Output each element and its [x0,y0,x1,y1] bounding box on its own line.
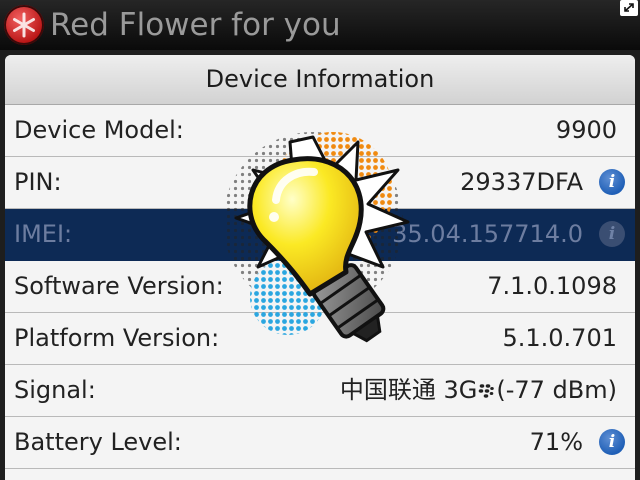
lightbulb-icon [223,132,410,343]
row-label: Software Version: [14,272,224,300]
row-value: 7.1.0.1098 [487,272,617,300]
panel-header: Device Information [5,55,635,105]
row-label: Platform Version: [14,324,220,352]
row-value: 5.1.0.701 [502,324,617,352]
row-label: Battery Level: [14,428,182,456]
info-icon[interactable]: i [599,221,625,247]
blackberry-logo-icon [479,384,495,398]
row-value: 9900 [555,116,617,144]
signal-carrier: 中国联通 3G [339,376,478,404]
info-icon[interactable]: i [599,169,625,195]
signal-strength: (-77 dBm) [496,376,617,404]
row-label: PIN: [14,168,62,196]
row-value: 71% [529,428,583,456]
app-title: Red Flower for you [50,7,341,43]
row-battery-level[interactable]: Battery Level: 71% i [5,417,635,469]
row-label: Signal: [14,376,96,404]
title-bar: Red Flower for you [0,0,640,50]
row-value: 29337DFA [460,168,583,196]
info-icon[interactable]: i [599,429,625,455]
row-value: 中国联通 3G (-77 dBm) [340,365,617,416]
row-signal[interactable]: Signal: 中国联通 3G (-77 dBm) [5,365,635,417]
row-label: IMEI: [14,220,73,248]
expand-icon[interactable] [620,0,638,16]
row-value: 35.04.157714.0 [392,220,583,248]
red-flower-icon [4,5,44,45]
row-label: Device Model: [14,116,184,144]
